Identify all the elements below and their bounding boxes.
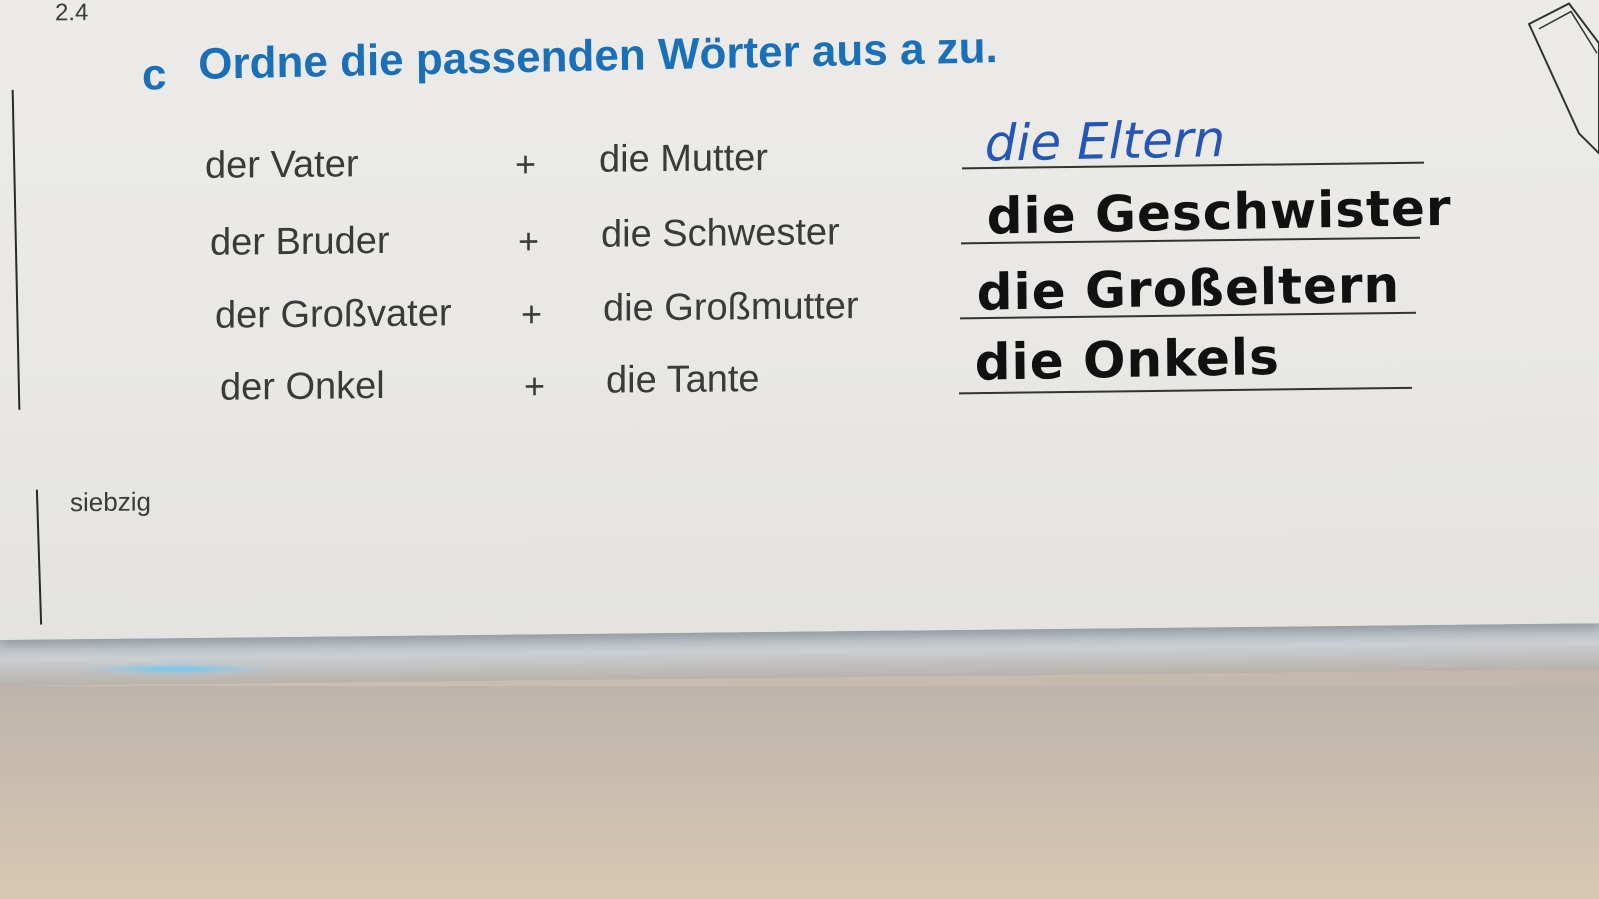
handwritten-answer: die Geschwister [986, 178, 1452, 246]
plus-sign: + [518, 220, 540, 262]
margin-line-lower [35, 489, 43, 625]
page-number-word: siebzig [70, 486, 151, 518]
task-title: Ordne die passenden Wörter aus a zu. [198, 23, 999, 89]
workbook-page: 2.4 c Ordne die passenden Wörter aus a z… [0, 0, 1599, 640]
female-term: die Mutter [599, 136, 768, 181]
handwritten-answer: die Eltern [984, 110, 1226, 173]
exercise-row: der Onkel + die Tante die Onkels [0, 328, 1599, 426]
male-term: der Bruder [210, 219, 390, 264]
section-number: 2.4 [55, 0, 89, 27]
female-term: die Tante [606, 358, 760, 402]
plus-sign: + [524, 365, 546, 407]
plus-sign: + [521, 293, 543, 335]
plus-sign: + [515, 143, 537, 185]
exercise-row: der Großvater + die Großmutter die Große… [0, 256, 1599, 354]
male-term: der Großvater [215, 292, 452, 337]
male-term: der Onkel [220, 364, 385, 409]
desk-surface [0, 686, 1599, 899]
handwritten-answer: die Onkels [974, 327, 1281, 392]
margin-sketch [1527, 2, 1599, 156]
light-glare [85, 663, 270, 675]
task-letter: c [142, 50, 167, 100]
female-term: die Schwester [601, 211, 840, 256]
female-term: die Großmutter [603, 285, 859, 330]
male-term: der Vater [205, 143, 359, 187]
